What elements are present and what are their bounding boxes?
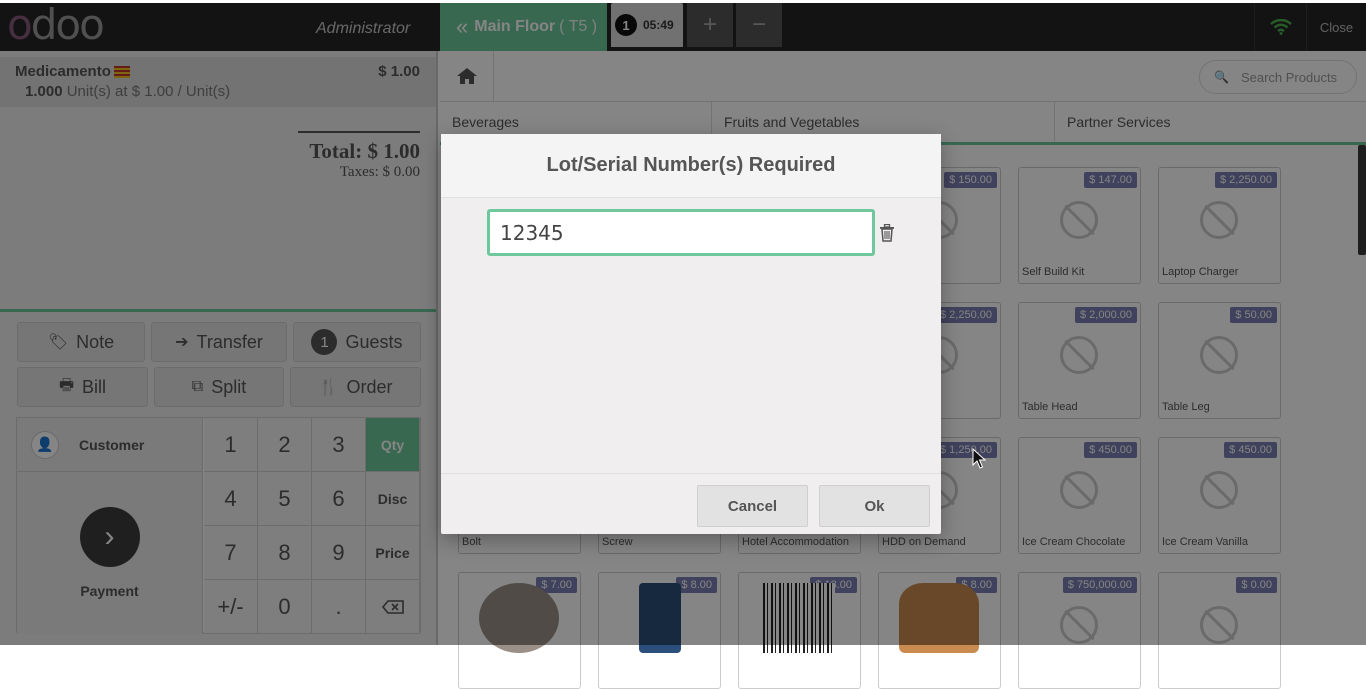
dialog-title: Lot/Serial Number(s) Required <box>441 134 941 198</box>
dialog-body <box>441 198 941 473</box>
dialog-footer: Cancel Ok <box>441 473 941 534</box>
trash-icon[interactable] <box>879 224 895 242</box>
lot-number-dialog: Lot/Serial Number(s) Required Cancel Ok <box>441 134 941 534</box>
mouse-cursor-icon <box>972 448 986 469</box>
ok-button[interactable]: Ok <box>819 485 930 527</box>
top-edge <box>0 0 1366 3</box>
cancel-button[interactable]: Cancel <box>697 485 808 527</box>
lot-number-input[interactable] <box>487 209 875 256</box>
scrollbar[interactable] <box>1358 145 1366 255</box>
